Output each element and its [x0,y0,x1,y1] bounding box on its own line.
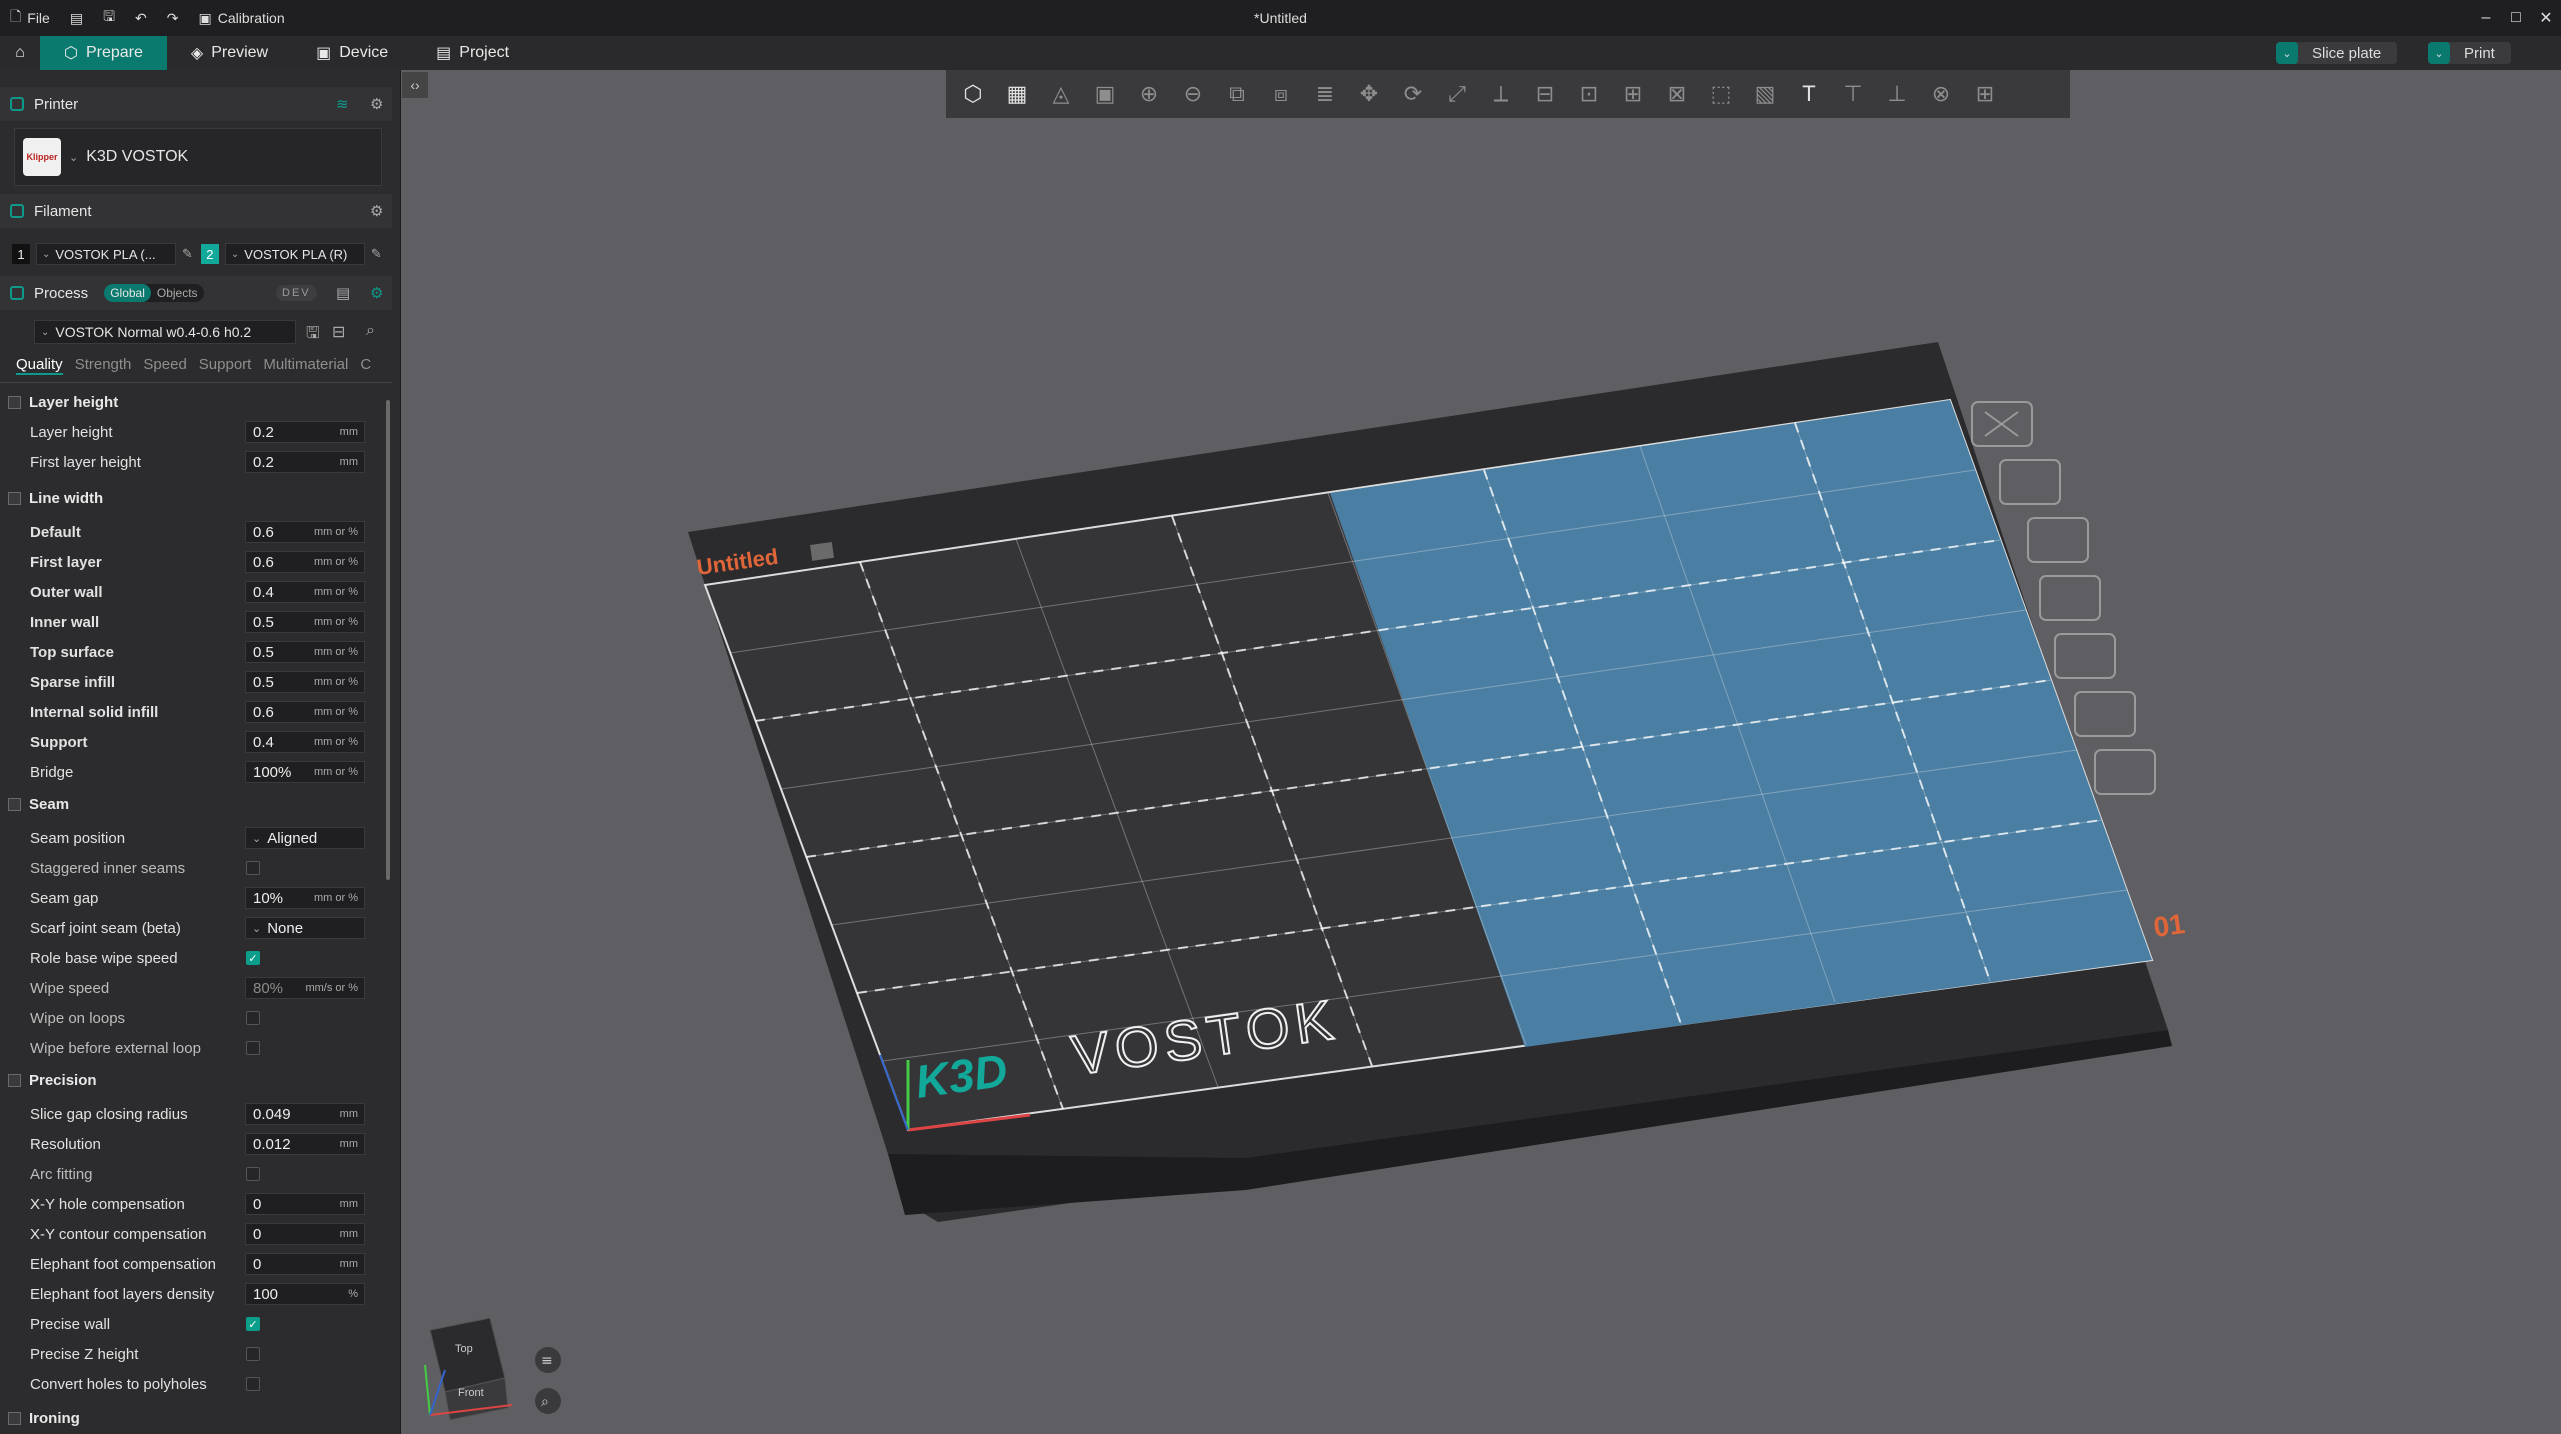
plate-settings-icon[interactable] [2054,633,2116,679]
navigation-cube[interactable]: Top Front [424,1317,513,1421]
orient-plate-icon[interactable] [1999,459,2061,505]
lock-plate-icon[interactable] [2039,575,2101,621]
navcube-front[interactable]: Front [458,1387,484,1399]
plate-edit-icon[interactable] [810,541,835,561]
build-plate-scene: Untitled 01 K3D VOSTOK Top Front ≡ ⌕ [424,342,2187,1421]
navcube-top[interactable]: Top [455,1343,473,1355]
plate-index: 01 [2152,908,2187,943]
plate-params-icon[interactable] [2094,749,2156,795]
arrange-plate-icon[interactable] [2027,517,2089,563]
move-plate-icon[interactable] [2074,691,2136,737]
svg-text:≡: ≡ [541,1353,553,1369]
svg-text:⌕: ⌕ [541,1394,549,1410]
